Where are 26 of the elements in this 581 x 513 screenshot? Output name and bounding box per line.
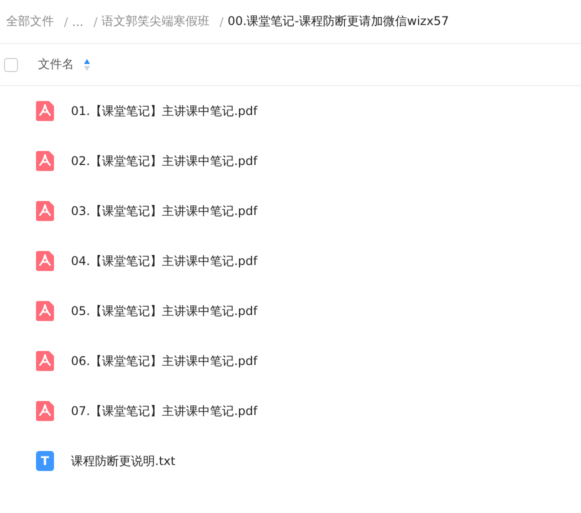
file-name[interactable]: 02.【课堂笔记】主讲课中笔记.pdf <box>71 152 258 170</box>
file-name[interactable]: 04.【课堂笔记】主讲课中笔记.pdf <box>71 252 258 270</box>
breadcrumb-link[interactable]: 00.课堂笔记-课程防断更请加微信wizx57 <box>228 13 449 30</box>
file-name[interactable]: 06.【课堂笔记】主讲课中笔记.pdf <box>71 352 258 370</box>
pdf-file-icon <box>36 251 54 271</box>
file-name[interactable]: 07.【课堂笔记】主讲课中笔记.pdf <box>71 402 258 420</box>
column-header[interactable]: 文件名 <box>38 56 74 73</box>
file-name[interactable]: 课程防断更说明.txt <box>71 452 176 470</box>
pdf-file-icon <box>36 301 54 321</box>
pdf-file-icon <box>36 401 54 421</box>
breadcrumb-separator: / <box>64 14 68 28</box>
breadcrumb-link[interactable]: 全部文件 <box>6 13 54 30</box>
file-name[interactable]: 05.【课堂笔记】主讲课中笔记.pdf <box>71 302 258 320</box>
sort-icon[interactable] <box>84 58 90 70</box>
select-all-checkbox[interactable] <box>4 58 18 72</box>
breadcrumb-separator: / <box>220 14 224 28</box>
file-name[interactable]: 01.【课堂笔记】主讲课中笔记.pdf <box>71 102 258 120</box>
pdf-file-icon <box>36 201 54 221</box>
pdf-file-icon <box>36 101 54 121</box>
pdf-file-icon <box>36 151 54 171</box>
breadcrumb-link[interactable]: 语文郭笑尖端寒假班 <box>102 13 210 30</box>
pdf-file-icon <box>36 351 54 371</box>
text-file-icon: T <box>36 451 54 471</box>
breadcrumb-separator: / <box>94 14 98 28</box>
file-name[interactable]: 03.【课堂笔记】主讲课中笔记.pdf <box>71 202 258 220</box>
breadcrumb-link[interactable]: ... <box>72 14 84 28</box>
